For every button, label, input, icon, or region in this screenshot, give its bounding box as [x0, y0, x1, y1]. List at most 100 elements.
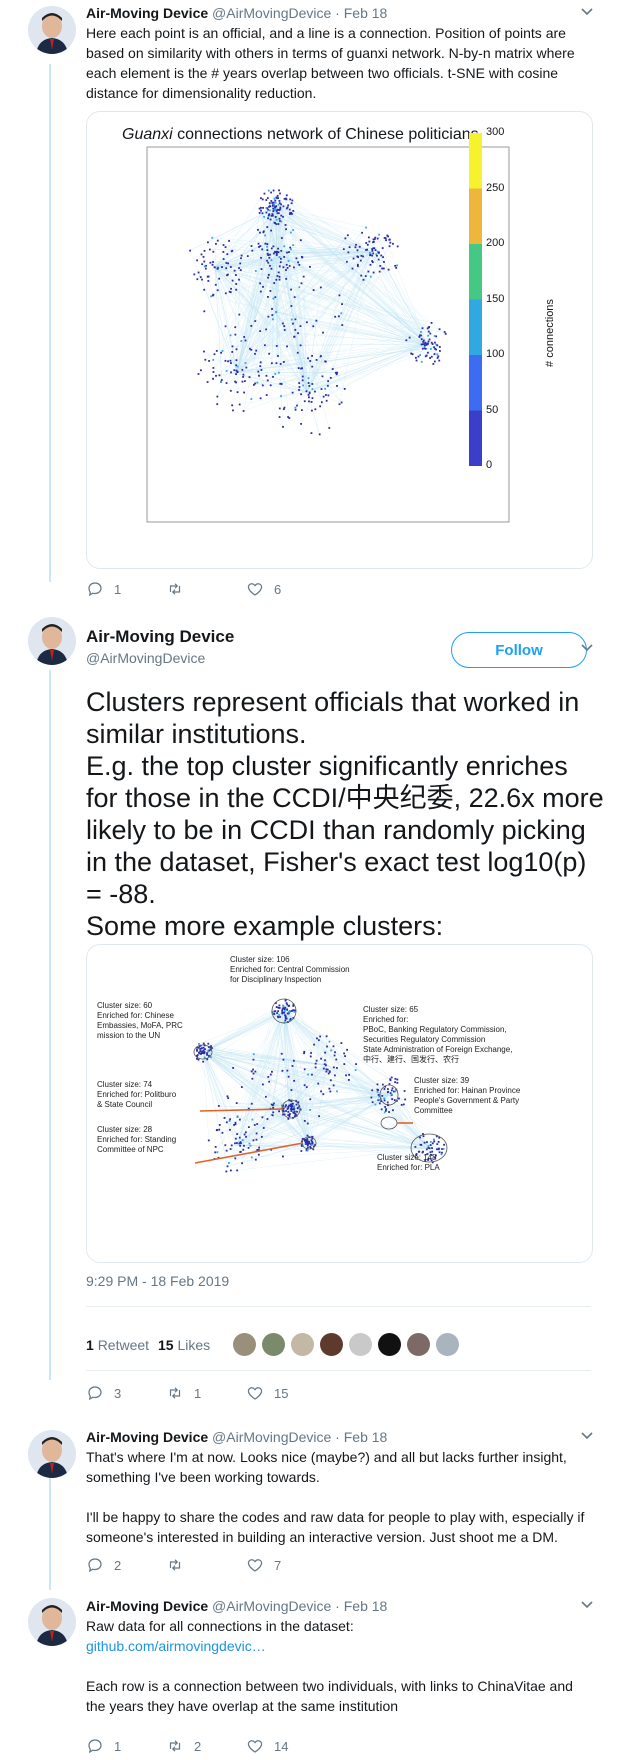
network-node [288, 265, 291, 267]
network-node [309, 1055, 312, 1058]
reply-button[interactable]: 3 [86, 1384, 121, 1402]
network-node [229, 389, 232, 392]
liker-avatar[interactable] [378, 1333, 401, 1356]
network-node [266, 1118, 269, 1120]
network-node [258, 1146, 260, 1149]
follow-button[interactable]: Follow [451, 632, 587, 668]
tweet-header: Air-Moving Device @AirMovingDevice · Feb… [86, 5, 388, 21]
reply-button[interactable]: 1 [86, 1737, 121, 1755]
network-node [426, 351, 429, 354]
network-node [267, 273, 270, 276]
author-handle[interactable]: @AirMovingDevice [212, 5, 331, 21]
liker-avatar[interactable] [262, 1333, 285, 1356]
author-handle[interactable]: @AirMovingDevice [212, 1598, 331, 1614]
like-button[interactable]: 6 [246, 580, 281, 598]
network-node [420, 343, 423, 346]
liker-avatar[interactable] [349, 1333, 372, 1356]
author-name[interactable]: Air-Moving Device [86, 1598, 208, 1614]
liker-avatar[interactable] [436, 1333, 459, 1356]
reply-button[interactable]: 1 [86, 580, 121, 598]
network-node [218, 1124, 221, 1126]
network-node [215, 1129, 218, 1132]
network-node [267, 1076, 270, 1078]
network-node [254, 270, 257, 272]
network-node [212, 250, 215, 253]
network-node [264, 1095, 267, 1098]
retweet-button[interactable]: 1 [166, 1384, 201, 1402]
chevron-down-icon[interactable] [580, 1429, 596, 1445]
like-button[interactable]: 14 [246, 1737, 288, 1755]
network-node [329, 1079, 332, 1082]
network-node [338, 294, 341, 297]
retweet-stat[interactable]: 1 Retweet [86, 1337, 149, 1353]
author-name[interactable]: Air-Moving Device [86, 5, 208, 21]
network-node [200, 369, 202, 372]
liker-avatar[interactable] [320, 1333, 343, 1356]
network-node [278, 407, 281, 410]
avatar[interactable] [28, 1430, 76, 1478]
author-name[interactable]: Air-Moving Device [86, 1429, 208, 1445]
chevron-down-icon[interactable] [580, 641, 596, 657]
network-node [431, 343, 434, 345]
network-node [427, 1145, 430, 1147]
network-node [325, 399, 328, 402]
network-node [286, 206, 289, 209]
avatar[interactable] [28, 6, 76, 54]
author-handle[interactable]: @AirMovingDevice [86, 650, 205, 666]
avatar[interactable] [28, 617, 76, 665]
avatar[interactable] [28, 1598, 76, 1646]
network-node [260, 209, 262, 212]
chevron-down-icon[interactable] [580, 1598, 596, 1614]
network-node [285, 194, 288, 197]
chevron-down-icon[interactable] [580, 5, 596, 21]
network-node [277, 223, 280, 225]
author-name[interactable]: Air-Moving Device [86, 627, 234, 647]
network-node [261, 1116, 264, 1119]
network-node [241, 380, 244, 383]
network-node [204, 267, 207, 270]
network-node [290, 288, 292, 291]
network-node [327, 1072, 330, 1075]
network-node [227, 360, 229, 363]
network-node [392, 1109, 394, 1112]
tweet-timestamp[interactable]: 9:29 PM - 18 Feb 2019 [86, 1273, 229, 1289]
tweet-date[interactable]: Feb 18 [344, 1598, 388, 1614]
network-node [336, 384, 338, 387]
github-link[interactable]: github.com/airmovingdevic… [86, 1638, 266, 1654]
network-node [292, 1009, 295, 1012]
liker-avatar[interactable] [233, 1333, 256, 1356]
like-button[interactable]: 15 [246, 1384, 288, 1402]
retweet-button[interactable]: 2 [166, 1737, 201, 1755]
network-node [279, 261, 282, 264]
network-node [257, 242, 260, 245]
network-node [242, 376, 245, 378]
media-card[interactable]: Cluster size: 106 Enriched for: Central … [86, 944, 593, 1263]
network-node [254, 320, 257, 323]
network-node [256, 1123, 259, 1125]
tweet-date[interactable]: Feb 18 [344, 1429, 388, 1445]
media-card[interactable]: Guanxi connections network of Chinese po… [86, 111, 593, 569]
liker-avatar[interactable] [407, 1333, 430, 1356]
liker-avatar[interactable] [291, 1333, 314, 1356]
like-button[interactable]: 7 [246, 1556, 281, 1574]
like-stat[interactable]: 15 Likes [158, 1337, 210, 1353]
network-node [300, 409, 303, 412]
network-node [394, 1090, 397, 1093]
retweet-button[interactable] [166, 580, 194, 598]
network-node [244, 339, 247, 342]
author-handle[interactable]: @AirMovingDevice [212, 1429, 331, 1445]
network-node [255, 349, 258, 352]
network-node [196, 1049, 198, 1052]
network-node [371, 1101, 374, 1104]
network-node [231, 345, 234, 348]
network-node [268, 209, 271, 212]
network-node [309, 360, 312, 362]
network-node [303, 1068, 306, 1071]
reply-button[interactable]: 2 [86, 1556, 121, 1574]
tweet-date[interactable]: Feb 18 [344, 5, 388, 21]
network-node [292, 229, 295, 231]
network-node [290, 248, 292, 251]
network-node [290, 1108, 293, 1111]
retweet-button[interactable] [166, 1556, 194, 1574]
network-node [265, 211, 268, 214]
